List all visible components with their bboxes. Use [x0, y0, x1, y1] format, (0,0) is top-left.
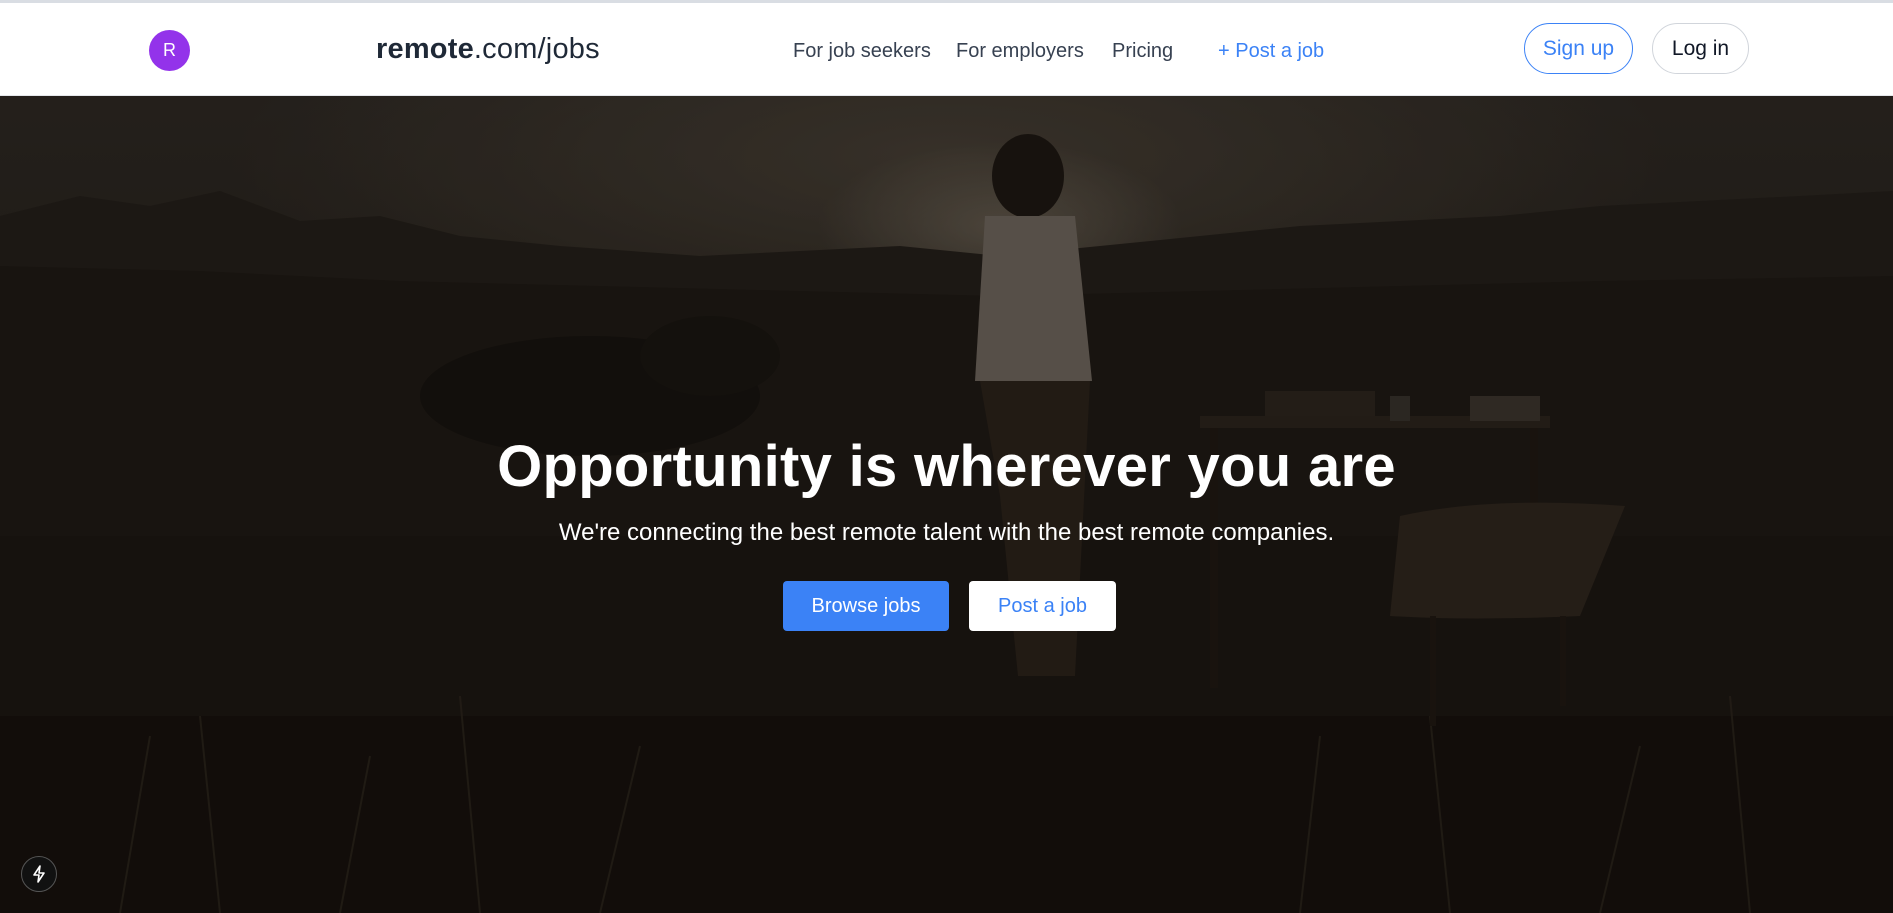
- log-in-label: Log in: [1671, 36, 1730, 60]
- post-a-job-label: Post a job: [998, 594, 1087, 617]
- avatar-initial: R: [163, 40, 176, 60]
- hero-section: Opportunity is wherever you are We're co…: [0, 96, 1893, 913]
- lightning-bolt-icon[interactable]: [21, 856, 57, 892]
- site-header: R remote.com/jobs For job seekers For em…: [0, 3, 1893, 96]
- nav-pricing[interactable]: Pricing: [1112, 40, 1173, 63]
- hero-title: Opportunity is wherever you are: [497, 434, 1396, 499]
- sign-up-button[interactable]: Sign up: [1524, 23, 1633, 74]
- nav-post-a-job[interactable]: + Post a job: [1218, 40, 1324, 63]
- sign-up-label: Sign up: [1542, 36, 1615, 60]
- lightning-bolt-glyph: [33, 865, 45, 883]
- browse-jobs-button[interactable]: Browse jobs: [783, 581, 949, 631]
- browse-jobs-label: Browse jobs: [811, 594, 921, 617]
- hero-subtitle: We're connecting the best remote talent …: [558, 519, 1335, 546]
- brand-name-bold: remote: [376, 33, 474, 65]
- hero-dark-overlay: [0, 96, 1893, 913]
- nav-for-job-seekers[interactable]: For job seekers: [793, 40, 931, 63]
- nav-for-employers[interactable]: For employers: [956, 40, 1084, 63]
- user-avatar[interactable]: R: [149, 30, 190, 71]
- brand-logo[interactable]: remote.com/jobs: [376, 33, 600, 66]
- log-in-button[interactable]: Log in: [1652, 23, 1749, 74]
- brand-name-rest: .com/jobs: [473, 33, 600, 65]
- post-a-job-button[interactable]: Post a job: [969, 581, 1116, 631]
